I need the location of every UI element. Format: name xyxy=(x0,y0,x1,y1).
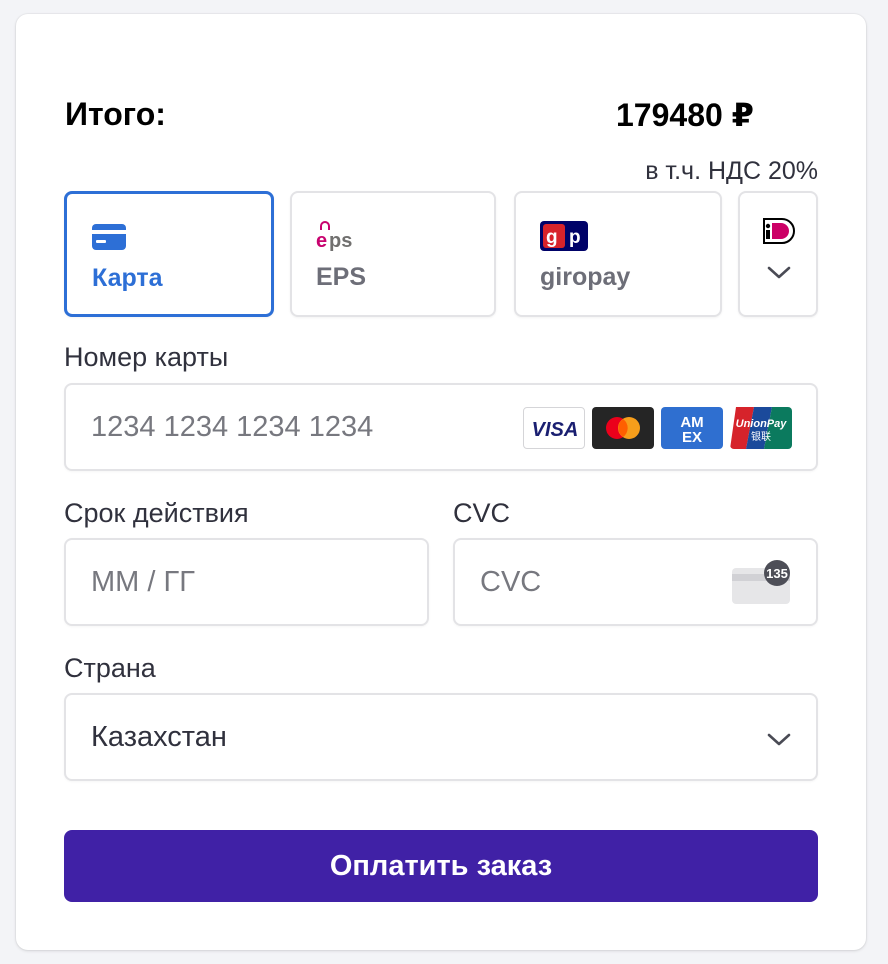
chevron-down-icon xyxy=(766,265,792,286)
svg-text:银联: 银联 xyxy=(751,430,771,443)
expiry-input[interactable]: ММ / ГГ xyxy=(64,538,429,626)
eps-logo: e ps xyxy=(316,221,364,256)
cvc-label: CVC xyxy=(453,498,511,528)
cvc-badge-text: 135 xyxy=(766,566,788,581)
country-value: Казахстан xyxy=(91,721,227,753)
unionpay-icon: UnionPay 银联 xyxy=(730,407,792,449)
card-number-placeholder: 1234 1234 1234 1234 xyxy=(91,411,374,443)
country-select[interactable]: Казахстан xyxy=(64,693,818,781)
svg-text:EX: EX xyxy=(682,429,702,446)
chevron-down-icon xyxy=(766,732,792,753)
payment-card: Итого: 179480 ₽ в т.ч. НДС 20% Карта e p… xyxy=(16,14,866,950)
pay-order-label: Оплатить заказ xyxy=(329,849,553,882)
tab-giropay[interactable]: g p giropay xyxy=(514,191,722,317)
card-icon xyxy=(92,224,126,255)
tab-card[interactable]: Карта xyxy=(64,191,274,317)
svg-text:ps: ps xyxy=(329,230,352,251)
tab-eps-label: EPS xyxy=(316,263,367,291)
expiry-placeholder: ММ / ГГ xyxy=(91,566,195,598)
svg-text:g: g xyxy=(546,227,558,248)
pay-order-button[interactable]: Оплатить заказ xyxy=(64,830,818,902)
amex-icon: AM EX xyxy=(661,407,723,449)
cvc-placeholder: CVC xyxy=(480,566,542,598)
expiry-label: Срок действия xyxy=(64,498,249,528)
cvc-card-icon: 135 xyxy=(732,560,794,611)
ideal-logo xyxy=(762,217,796,250)
card-number-input[interactable]: 1234 1234 1234 1234 VISA AM EX UnionPay … xyxy=(64,383,818,471)
cvc-input[interactable]: CVC 135 xyxy=(453,538,818,626)
tab-giropay-label: giropay xyxy=(540,263,631,291)
tab-eps[interactable]: e ps EPS xyxy=(290,191,496,317)
tab-more-methods[interactable] xyxy=(738,191,818,317)
total-amount: 179480 ₽ xyxy=(616,97,754,133)
visa-icon: VISA xyxy=(523,407,585,449)
giropay-logo: g p xyxy=(540,221,588,256)
tab-card-label: Карта xyxy=(92,264,163,292)
country-label: Страна xyxy=(64,653,156,683)
svg-text:VISA: VISA xyxy=(532,419,579,441)
total-label: Итого: xyxy=(65,96,166,132)
svg-text:e: e xyxy=(316,230,327,251)
svg-text:UnionPay: UnionPay xyxy=(736,418,788,430)
mastercard-icon xyxy=(592,407,654,449)
vat-note: в т.ч. НДС 20% xyxy=(645,157,818,185)
card-number-label: Номер карты xyxy=(64,342,229,372)
svg-text:p: p xyxy=(569,227,581,248)
